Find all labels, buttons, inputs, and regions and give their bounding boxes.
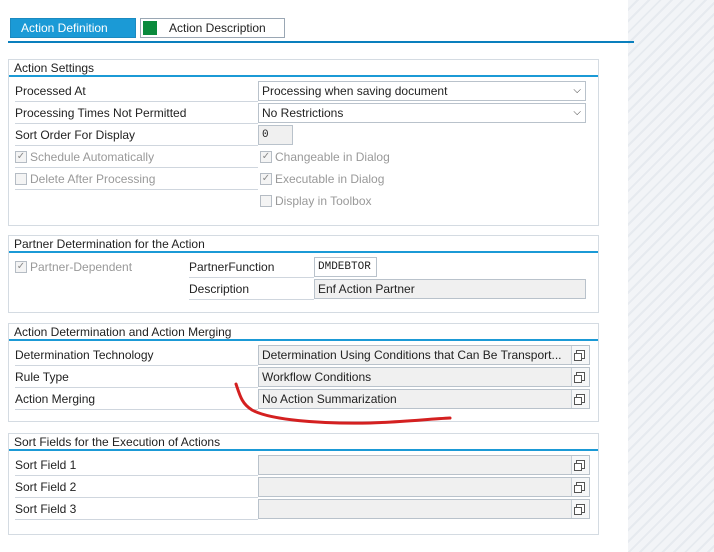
red-annotation-underline <box>234 382 452 425</box>
background-pattern <box>628 0 714 552</box>
action-definition-screen: Action Definition Action Description Act… <box>0 0 634 552</box>
